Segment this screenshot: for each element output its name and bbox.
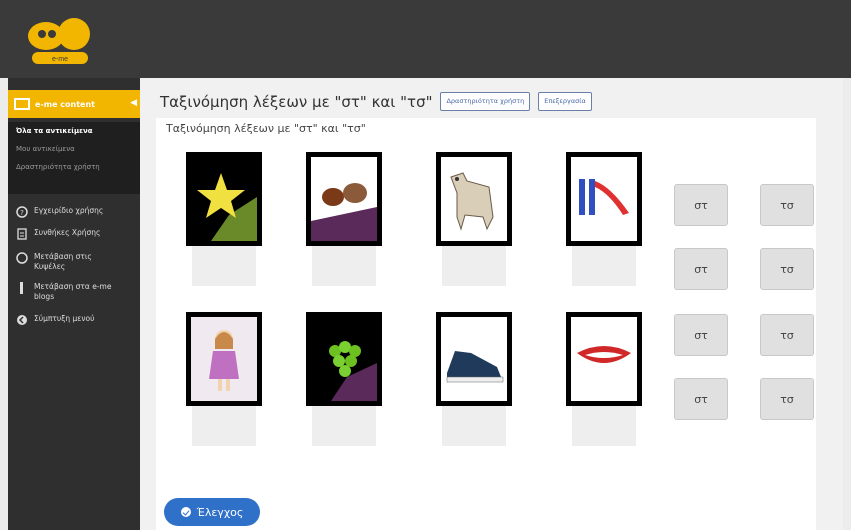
chestnuts-icon [311,183,377,241]
sidebar-subitem-activity[interactable]: Δραστηριότητα χρήστη [8,158,140,176]
star-icon [197,173,257,241]
grid-icon [14,98,30,110]
drop-slot[interactable] [442,406,506,446]
sidebar-item-terms[interactable]: Συνθήκες Χρήσης [8,228,140,240]
panel-title: Ταξινόμηση λέξεων με "στ" και "τσ" [166,122,366,135]
logo-text: e-me [52,56,68,63]
sidebar-submenu: Όλα τα αντικείμενα Μου αντικείμενα Δραστ… [8,122,140,194]
title-row: Ταξινόμηση λέξεων με "στ" και "τσ" Δραστ… [160,92,592,111]
collapse-icon [17,315,27,325]
user-activity-chip[interactable]: Δραστηριότητα χρήστη [440,92,531,111]
sort-st-button[interactable]: στ [674,378,728,420]
sidebar-item-manual[interactable]: ? Εγχειρίδιο χρήσης [8,206,140,218]
check-button-label: Έλεγχος [196,505,244,519]
sidebar-section-label: e-me content [35,99,95,109]
slide-icon [579,179,629,215]
drop-slot[interactable] [572,246,636,286]
card-chestnuts[interactable] [306,152,382,246]
sidebar: e-me content ◀ Όλα τα αντικείμενα Μου αν… [8,78,140,530]
blog-icon [20,282,23,294]
edit-chip[interactable]: Επεξεργασία [538,92,592,111]
grapes-icon [329,341,377,401]
sort-ts-button[interactable]: τσ [760,184,814,226]
goat-icon [450,172,494,231]
sort-st-button[interactable]: στ [674,248,728,290]
lips-icon [577,346,631,363]
hive-icon [16,252,28,264]
sidebar-item-label: Μετάβαση στις Κυψέλες [34,252,92,271]
check-circle-icon [180,507,191,517]
sidebar-section-header[interactable]: e-me content ◀ [8,90,140,118]
card-slide[interactable] [566,152,642,246]
page-title: Ταξινόμηση λέξεων με "στ" και "τσ" [160,92,433,111]
drop-slot[interactable] [572,406,636,446]
main-area: Ταξινόμηση λέξεων με "στ" και "τσ" Δραστ… [140,78,843,530]
card-star[interactable] [186,152,262,246]
drop-slot[interactable] [192,246,256,286]
card-lips[interactable] [566,312,642,406]
activity-panel: Ταξινόμηση λέξεων με "στ" και "τσ" στ τσ… [156,118,816,530]
emel-logo-icon[interactable]: e-me [16,10,108,68]
card-doll[interactable] [186,312,262,406]
sidebar-item-collapse[interactable]: Σύμπτυξη μενού [8,314,140,326]
sort-st-button[interactable]: στ [674,314,728,356]
sort-st-button[interactable]: στ [674,184,728,226]
sidebar-item-label: Συνθήκες Χρήσης [34,228,101,237]
check-button[interactable]: Έλεγχος [164,498,260,526]
chevron-left-icon[interactable]: ◀ [130,98,137,108]
sidebar-subitem-mine[interactable]: Μου αντικείμενα [8,140,140,158]
sneaker-icon [446,351,504,383]
sidebar-item-label: Εγχειρίδιο χρήσης [34,206,104,215]
card-grapes[interactable] [306,312,382,406]
sort-ts-button[interactable]: τσ [760,378,814,420]
sidebar-item-label: Σύμπτυξη μενού [34,314,95,323]
drop-slot[interactable] [312,406,376,446]
document-icon [17,228,27,240]
sidebar-item-blogs[interactable]: Μετάβαση στα e-me blogs [8,282,140,302]
drop-slot[interactable] [312,246,376,286]
sidebar-item-hives[interactable]: Μετάβαση στις Κυψέλες [8,252,140,272]
top-bar: e-me [0,0,851,78]
sort-ts-button[interactable]: τσ [760,248,814,290]
sidebar-item-label: Μετάβαση στα e-me blogs [34,282,112,301]
sidebar-subitem-all[interactable]: Όλα τα αντικείμενα [8,122,140,140]
drop-slot[interactable] [442,246,506,286]
help-circle-icon: ? [16,206,28,218]
doll-icon [209,330,239,391]
drop-slot[interactable] [192,406,256,446]
svg-text:?: ? [20,209,24,217]
card-goat[interactable] [436,152,512,246]
sort-ts-button[interactable]: τσ [760,314,814,356]
card-sneaker[interactable] [436,312,512,406]
